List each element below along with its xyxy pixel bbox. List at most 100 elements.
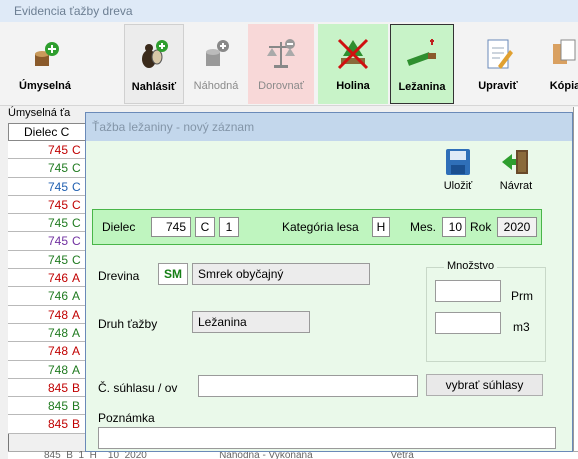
dielec-panel: Dielec 745 C 1 Kategória lesa H Mes. 10 … <box>92 209 542 245</box>
row-code: A <box>72 289 81 304</box>
exit-door-icon <box>500 147 532 177</box>
lezanina-label: Ležanina <box>398 81 446 93</box>
row-dielec: 748 <box>47 362 68 377</box>
umyselna-button[interactable]: Úmyselná <box>6 24 84 104</box>
stump-add-grey-icon <box>196 34 236 74</box>
m3-label: m3 <box>513 320 530 334</box>
column-header: Dielec C <box>8 123 88 141</box>
row-code: A <box>72 362 81 377</box>
holina-label: Holina <box>336 80 370 92</box>
scales-icon <box>261 34 301 74</box>
prm-field[interactable] <box>435 280 501 302</box>
dielec-code-field[interactable]: C <box>195 217 215 237</box>
poznamka-label: Poznámka <box>98 411 155 425</box>
back-button[interactable]: Návrat <box>490 147 542 197</box>
new-record-dialog: Ťažba ležaniny - nový záznam Uložiť Návr… <box>85 112 573 452</box>
table-row[interactable]: 746 A <box>8 269 88 288</box>
kategoria-label: Kategória lesa <box>282 220 359 234</box>
holina-crossed-tree-icon <box>333 34 373 74</box>
main-window-title: Evidencia ťažby dreva <box>0 0 578 22</box>
tree-stump-add-icon <box>25 34 65 74</box>
druh-label: Druh ťažby <box>98 317 158 331</box>
suhlas-field[interactable] <box>198 375 418 397</box>
drevina-label: Drevina <box>98 269 140 283</box>
dialog-body: Uložiť Návrat Dielec 745 C 1 Kategória l… <box>86 141 572 451</box>
copy-icon <box>545 34 578 74</box>
row-dielec: 746 <box>47 271 68 286</box>
row-dielec: 745 <box>47 197 68 212</box>
row-code: B <box>72 399 81 414</box>
table-row[interactable]: 746 A <box>8 287 88 306</box>
record-list: 745 C 745 C 745 C 745 C 745 C 745 C 745 C 746 A 746 A 748 A… <box>8 141 88 434</box>
nahodna-button[interactable]: Náhodná <box>186 24 246 104</box>
row-dielec: 746 <box>47 289 68 304</box>
druh-field: Ležanina <box>192 311 310 333</box>
beetle-add-icon <box>134 35 174 75</box>
table-row[interactable]: 745 C <box>8 141 88 160</box>
row-dielec: 845 <box>47 380 68 395</box>
nahlasit-button[interactable]: Nahlásiť <box>124 24 184 104</box>
table-row[interactable]: 748 A <box>8 305 88 324</box>
row-code: A <box>72 307 81 322</box>
table-row[interactable]: 748 A <box>8 323 88 343</box>
suhlas-label: Č. súhlasu / ov <box>98 381 178 395</box>
save-button[interactable]: Uložiť <box>432 147 484 197</box>
table-row[interactable]: 748 A <box>8 342 88 361</box>
bottom-record-row[interactable]: 845 B 1 H 10 2020 Náhodná - Vykonaná Vet… <box>8 450 578 459</box>
row-code: C <box>72 143 81 157</box>
row-code: C <box>72 197 81 212</box>
table-row[interactable]: 845 B <box>8 415 88 434</box>
select-approvals-button[interactable]: vybrať súhlasy <box>426 374 543 396</box>
row-dielec: 745 <box>47 234 68 249</box>
mnozstvo-legend: Množstvo <box>444 260 498 272</box>
prm-label: Prm <box>511 289 533 303</box>
toolbar: Úmyselná Nahlásiť Náhodná Dorovnať Holin… <box>0 22 578 106</box>
row-code: C <box>72 252 81 267</box>
umyselna-label: Úmyselná <box>19 80 71 92</box>
poznamka-field[interactable] <box>98 427 556 449</box>
lezanina-button[interactable]: Ležanina <box>390 24 454 104</box>
dielec-field[interactable]: 745 <box>151 217 191 237</box>
dorovnat-button[interactable]: Dorovnať <box>248 24 314 104</box>
row-dielec: 745 <box>47 143 68 157</box>
kategoria-field[interactable]: H <box>372 217 390 237</box>
table-row[interactable]: 745 C <box>8 177 88 196</box>
row-dielec: 845 <box>47 417 68 432</box>
upravit-label: Upraviť <box>478 80 518 92</box>
row-code: B <box>72 417 81 432</box>
mes-field[interactable]: 10 <box>442 217 466 237</box>
table-row[interactable]: 745 C <box>8 232 88 251</box>
holina-button[interactable]: Holina <box>318 24 388 104</box>
row-dielec: 748 <box>47 307 68 322</box>
edit-document-icon <box>478 34 518 74</box>
grid-right-edge <box>573 107 578 459</box>
mnozstvo-group: Množstvo Prm m3 <box>426 260 546 362</box>
m3-field[interactable] <box>435 312 501 334</box>
kopia-label: Kópia <box>549 80 578 92</box>
table-row[interactable]: 745 C <box>8 214 88 233</box>
row-code: C <box>72 234 81 249</box>
row-dielec: 845 <box>47 399 68 414</box>
row-dielec: 748 <box>47 325 68 340</box>
dielec-label: Dielec <box>102 220 136 234</box>
table-row[interactable]: 745 C <box>8 250 88 270</box>
row-code: A <box>72 271 81 286</box>
dorovnat-label: Dorovnať <box>258 80 304 92</box>
nahlasit-label: Nahlásiť <box>131 81 177 93</box>
drevina-code-field[interactable]: SM <box>158 263 188 285</box>
rok-field[interactable]: 2020 <box>497 217 537 237</box>
row-code: A <box>72 344 81 359</box>
table-row[interactable]: 845 B <box>8 378 88 398</box>
kopia-button[interactable]: Kópia <box>540 24 578 104</box>
table-row[interactable]: 845 B <box>8 397 88 416</box>
row-code: C <box>72 179 81 194</box>
table-row[interactable]: 745 C <box>8 159 88 178</box>
table-row[interactable]: 748 A <box>8 360 88 379</box>
dialog-title: Ťažba ležaniny - nový záznam <box>86 113 572 141</box>
upravit-button[interactable]: Upraviť <box>468 24 528 104</box>
dielec-part-field[interactable]: 1 <box>219 217 239 237</box>
drevina-name-field: Smrek obyčajný <box>192 263 370 285</box>
row-code: C <box>72 161 81 176</box>
table-row[interactable]: 745 C <box>8 195 88 215</box>
nahodna-label: Náhodná <box>193 80 239 92</box>
